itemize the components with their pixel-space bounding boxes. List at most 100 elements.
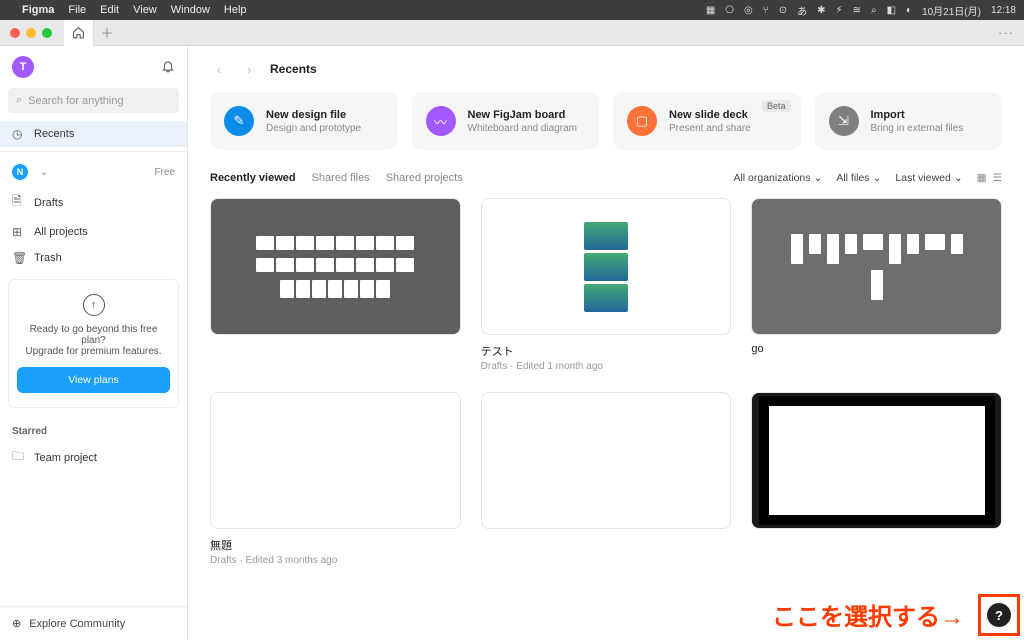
explore-community-button[interactable]: ⊕ Explore Community — [0, 606, 187, 640]
menu-help[interactable]: Help — [224, 4, 247, 16]
folder-icon: 🗀 — [12, 447, 26, 468]
status-icon[interactable]: ⎔ — [725, 5, 734, 16]
help-button[interactable]: ? — [987, 603, 1011, 627]
file-card[interactable] — [210, 198, 461, 372]
import-card[interactable]: ⇲ ImportBring in external files — [815, 92, 1003, 150]
annotation-text: ここを選択する→ — [772, 597, 964, 632]
clock-icon: ◷ — [12, 127, 26, 141]
window-titlebar: ＋ ··· — [0, 20, 1024, 46]
sidebar-item-recents[interactable]: ◷ Recents — [0, 121, 187, 147]
minimize-window-icon[interactable] — [26, 28, 36, 38]
file-title: テスト — [481, 343, 732, 359]
menu-window[interactable]: Window — [171, 4, 210, 16]
macos-menubar: Figma File Edit View Window Help ▦ ⎔ ◎ ⑂… — [0, 0, 1024, 20]
search-icon: ⌕ — [16, 94, 22, 107]
file-thumbnail — [210, 198, 461, 335]
file-thumbnail — [751, 198, 1002, 335]
new-figjam-card[interactable]: 〰 New FigJam boardWhiteboard and diagram — [412, 92, 600, 150]
status-icon[interactable]: ⊙ — [779, 5, 787, 16]
new-design-file-card[interactable]: ✎ New design fileDesign and prototype — [210, 92, 398, 150]
list-view-icon[interactable]: ☰ — [993, 172, 1002, 184]
filter-sort[interactable]: Last viewed⌄ — [895, 172, 962, 184]
chevron-down-icon: ⌄ — [954, 172, 963, 184]
spotlight-icon[interactable]: ⌕ — [871, 5, 877, 16]
window-menu-icon[interactable]: ··· — [998, 25, 1014, 40]
status-icon[interactable]: ◎ — [744, 5, 753, 16]
menu-edit[interactable]: Edit — [100, 4, 119, 16]
chevron-down-icon: ⌄ — [873, 172, 882, 184]
globe-icon: ⊕ — [12, 617, 21, 630]
sidebar-item-team-project[interactable]: 🗀 Team project — [0, 441, 187, 474]
traffic-lights[interactable] — [10, 28, 52, 38]
starred-label: Starred — [0, 416, 187, 441]
grid-icon: ⊞ — [12, 225, 26, 239]
status-icon[interactable]: ▦ — [706, 5, 715, 16]
home-tab[interactable] — [64, 20, 94, 46]
bluetooth-icon[interactable]: ✱ — [817, 5, 825, 16]
menubar-time[interactable]: 12:18 — [991, 5, 1016, 16]
annotation-highlight: ? — [978, 594, 1020, 636]
wifi-icon[interactable]: ≋ — [853, 5, 861, 16]
main-content: ‹ › Recents ✎ New design fileDesign and … — [188, 46, 1024, 640]
sidebar-item-all-projects[interactable]: ⊞ All projects — [0, 219, 187, 245]
file-thumbnail — [481, 392, 732, 529]
file-thumbnail — [481, 198, 732, 335]
menu-view[interactable]: View — [133, 4, 157, 16]
grid-view-icon[interactable]: ▦ — [977, 172, 987, 184]
file-thumbnail — [751, 392, 1002, 529]
home-icon — [72, 26, 85, 39]
file-card[interactable]: テスト Drafts · Edited 1 month ago — [481, 198, 732, 372]
file-card[interactable] — [481, 392, 732, 566]
marker-icon: 〰 — [426, 106, 456, 136]
file-title: go — [751, 343, 1002, 355]
sidebar-item-drafts[interactable]: 🗎 Drafts — [0, 186, 187, 219]
close-window-icon[interactable] — [10, 28, 20, 38]
plan-label: Free — [154, 167, 175, 178]
siri-icon[interactable]: ◐ — [906, 5, 912, 16]
chevron-down-icon: ⌄ — [814, 172, 823, 184]
avatar[interactable]: T — [12, 56, 34, 78]
upgrade-card: ↑ Ready to go beyond this free plan? Upg… — [8, 279, 179, 408]
file-card[interactable] — [751, 392, 1002, 566]
file-subtitle: Drafts · Edited 3 months ago — [210, 555, 461, 566]
upgrade-icon: ↑ — [83, 294, 105, 316]
app-name[interactable]: Figma — [22, 4, 54, 16]
sidebar-item-trash[interactable]: 🗑 Trash — [0, 245, 187, 271]
page-title: Recents — [270, 62, 317, 76]
new-tab-button[interactable]: ＋ — [94, 20, 120, 46]
trash-icon: 🗑 — [12, 251, 26, 265]
filter-files[interactable]: All files⌄ — [836, 172, 881, 184]
file-card[interactable]: 無題 Drafts · Edited 3 months ago — [210, 392, 461, 566]
beta-badge: Beta — [762, 100, 791, 112]
filter-organizations[interactable]: All organizations⌄ — [733, 172, 822, 184]
presentation-icon: ▢ — [627, 106, 657, 136]
workspace-badge: N — [12, 164, 28, 180]
workspace-selector[interactable]: N ⌄ Free — [0, 158, 187, 186]
tab-shared-projects[interactable]: Shared projects — [386, 172, 463, 184]
search-placeholder: Search for anything — [28, 95, 123, 107]
nav-forward-button[interactable]: › — [240, 60, 258, 78]
zoom-window-icon[interactable] — [42, 28, 52, 38]
tab-recently-viewed[interactable]: Recently viewed — [210, 172, 296, 184]
file-subtitle: Drafts · Edited 1 month ago — [481, 361, 732, 372]
new-slide-deck-card[interactable]: Beta ▢ New slide deckPresent and share — [613, 92, 801, 150]
menu-file[interactable]: File — [68, 4, 86, 16]
file-icon: 🗎 — [12, 192, 26, 213]
file-card[interactable]: go — [751, 198, 1002, 372]
view-plans-button[interactable]: View plans — [17, 367, 170, 393]
pen-icon: ✎ — [224, 106, 254, 136]
ime-icon[interactable]: あ — [797, 3, 807, 18]
battery-icon[interactable]: ⚡︎ — [836, 5, 843, 16]
chevron-down-icon: ⌄ — [40, 167, 48, 178]
control-center-icon[interactable]: ◧ — [887, 5, 896, 16]
nav-back-button[interactable]: ‹ — [210, 60, 228, 78]
status-icon[interactable]: ⑂ — [763, 5, 769, 16]
tab-shared-files[interactable]: Shared files — [312, 172, 370, 184]
menubar-date[interactable]: 10月21日(月) — [922, 3, 981, 18]
search-input[interactable]: ⌕ Search for anything — [8, 88, 179, 113]
sidebar: T ⌕ Search for anything ◷ Recents N ⌄ Fr… — [0, 46, 188, 640]
import-icon: ⇲ — [829, 106, 859, 136]
notifications-icon[interactable] — [161, 59, 175, 76]
file-thumbnail — [210, 392, 461, 529]
file-title: 無題 — [210, 537, 461, 553]
